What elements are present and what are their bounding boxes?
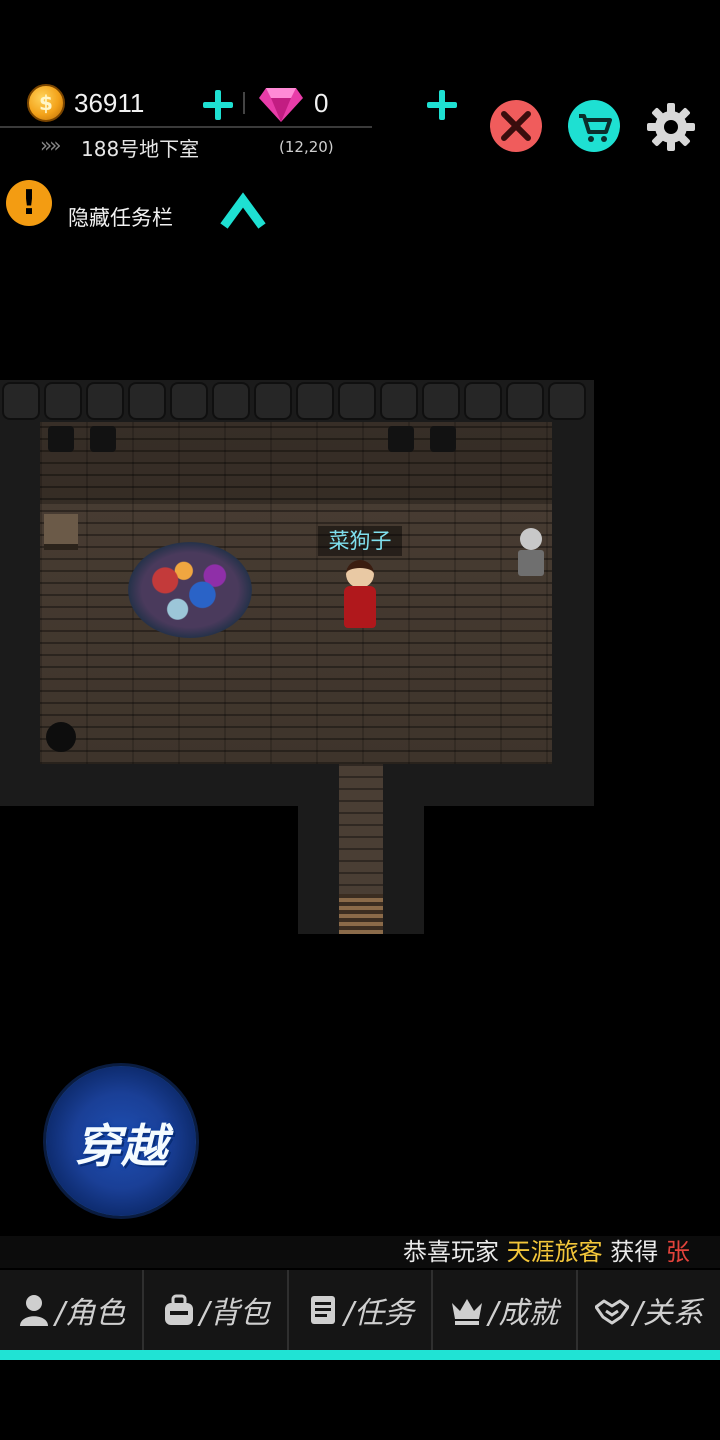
person-icon [20, 1295, 49, 1326]
gold-amount: 36911 [74, 88, 145, 118]
monster-swarm[interactable] [128, 542, 252, 638]
ticker-item: 张 [665, 1238, 690, 1266]
player-coordinates: (12,20) [279, 138, 334, 156]
wall-torch [388, 426, 414, 452]
bottom-nav: /角色 /背包 /任务 /成就 /关系 [0, 1270, 720, 1350]
nav-relations[interactable]: /关系 [578, 1270, 720, 1350]
nav-achievements[interactable]: /成就 [433, 1270, 578, 1350]
nav-relations-label: /关系 [632, 1296, 703, 1331]
location-arrow-icon: »» [40, 133, 62, 157]
ticker-player: 天涯旅客 [506, 1238, 603, 1266]
crown-icon [452, 1299, 483, 1325]
nav-achievements-label: /成就 [488, 1296, 559, 1331]
nav-bag[interactable]: /背包 [144, 1270, 289, 1350]
skeleton-skull[interactable] [520, 528, 542, 550]
add-gems-button[interactable] [427, 90, 457, 120]
gem-icon [259, 88, 303, 122]
wall-torch [430, 426, 456, 452]
player-name-label: 菜狗子 [318, 526, 402, 556]
battle-button[interactable] [490, 100, 542, 152]
back-wall-planks [40, 422, 552, 504]
wall-torch [90, 426, 116, 452]
bag-icon [164, 1294, 193, 1325]
wooden-table [44, 514, 78, 550]
player-character-head[interactable] [346, 560, 374, 588]
stairs-exit[interactable] [339, 894, 383, 934]
handshake-icon [594, 1299, 629, 1325]
scroll-icon [310, 1296, 335, 1324]
nav-character[interactable]: /角色 [0, 1270, 145, 1350]
skeleton-enemy[interactable] [518, 550, 544, 576]
nav-character-label: /角色 [55, 1296, 126, 1331]
gear-icon[interactable] [644, 100, 698, 154]
wall-torch [48, 426, 74, 452]
hide-quest-bar-label[interactable]: 隐藏任务栏 [68, 202, 173, 232]
ticker-verb: 获得 [610, 1238, 659, 1266]
cart-icon [579, 114, 612, 142]
floor-hole [46, 722, 76, 752]
location-name: 188号地下室 [81, 137, 200, 161]
hud-divider [0, 126, 372, 128]
nav-bag-label: /背包 [199, 1296, 270, 1331]
currency-divider [243, 92, 245, 114]
crossed-swords-icon [501, 111, 531, 141]
coin-icon: $ [27, 84, 65, 122]
nav-quests[interactable]: /任务 [289, 1270, 434, 1350]
chevron-up-icon[interactable] [220, 190, 266, 232]
player-character[interactable] [344, 586, 376, 628]
alert-icon[interactable]: ! [6, 180, 52, 226]
add-gold-button[interactable] [203, 90, 233, 120]
warp-button-label[interactable]: 穿越 [46, 1110, 196, 1176]
shop-button[interactable] [568, 100, 620, 152]
announcement-text: 恭喜玩家 天涯旅客 获得 张 [403, 1236, 690, 1268]
nav-quests-label: /任务 [343, 1296, 415, 1331]
gem-amount: 0 [314, 88, 329, 118]
nav-accent-bar [0, 1350, 720, 1360]
ticker-prefix: 恭喜玩家 [403, 1238, 499, 1266]
